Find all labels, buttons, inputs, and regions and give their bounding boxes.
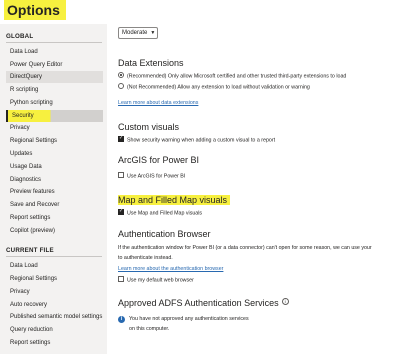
sidebar-item-privacy[interactable]: Privacy (6, 122, 103, 134)
sidebar-item-r-scripting[interactable]: R scripting (6, 84, 103, 96)
data-extensions-not-recommended-option[interactable]: (Not Recommended) Allow any extension to… (118, 83, 310, 91)
sidebar-item-query-reduction[interactable]: Query reduction (6, 324, 103, 336)
radio-unselected[interactable] (118, 83, 124, 89)
checkbox-label: Use ArcGIS for Power BI (127, 173, 186, 180)
authentication-browser-heading: Authentication Browser (118, 229, 211, 239)
sidebar-item-save-and-recover[interactable]: Save and Recover (6, 199, 103, 211)
security-settings-panel: Moderate ▼ Data Extensions (Recommended)… (112, 24, 400, 354)
default-web-browser-checkbox[interactable]: Use my default web browser (118, 276, 194, 284)
checkbox-checked[interactable] (118, 208, 124, 215)
security-level-dropdown[interactable]: Moderate ▼ (118, 27, 159, 39)
divider (6, 42, 102, 43)
checkbox-checked[interactable] (118, 135, 124, 142)
sidebar-item-data-load[interactable]: Data Load (6, 46, 103, 58)
sidebar-item-usage-data[interactable]: Usage Data (6, 161, 103, 173)
radio-selected[interactable] (118, 72, 124, 78)
option-label: (Not Recommended) Allow any extension to… (127, 84, 310, 91)
data-extensions-heading: Data Extensions (118, 58, 184, 68)
sidebar-item-diagnostics[interactable]: Diagnostics (6, 174, 103, 186)
adfs-heading-text: Approved ADFS Authentication Services (118, 298, 279, 308)
sidebar-item-current-regional-settings[interactable]: Regional Settings (6, 273, 103, 285)
learn-more-data-extensions-link[interactable]: Learn more about data extensions (118, 100, 198, 106)
info-circle-icon[interactable]: i (281, 298, 289, 306)
sidebar-item-report-settings[interactable]: Report settings (6, 212, 103, 224)
sidebar-item-current-privacy[interactable]: Privacy (6, 286, 103, 298)
sidebar-item-auto-recovery[interactable]: Auto recovery (6, 299, 103, 311)
title-bar: Options (0, 0, 400, 22)
window-title: Options (4, 0, 66, 20)
custom-visuals-warning-checkbox[interactable]: Show security warning when adding a cust… (118, 135, 276, 144)
checkbox-label: Use Map and Filled Map visuals (127, 210, 203, 217)
map-visuals-checkbox[interactable]: Use Map and Filled Map visuals (118, 208, 203, 217)
sidebar-item-python-scripting[interactable]: Python scripting (6, 97, 103, 109)
options-sidebar: GLOBAL Data Load Power Query Editor Dire… (0, 24, 107, 354)
sidebar-item-published-semantic-model-settings[interactable]: Published semantic model settings (6, 311, 103, 323)
sidebar-item-updates[interactable]: Updates (6, 148, 103, 160)
option-label: (Recommended) Only allow Microsoft certi… (127, 73, 347, 80)
sidebar-item-power-query-editor[interactable]: Power Query Editor (6, 59, 103, 71)
arcgis-heading: ArcGIS for Power BI (118, 155, 200, 165)
dropdown-value: Moderate (122, 30, 148, 36)
sidebar-item-regional-settings[interactable]: Regional Settings (6, 135, 103, 147)
current-file-section-heading: CURRENT FILE (6, 247, 54, 254)
sidebar-item-preview-features[interactable]: Preview features (6, 186, 103, 198)
checkbox-unchecked[interactable] (118, 276, 124, 282)
global-section-heading: GLOBAL (6, 33, 34, 40)
adfs-info-line-1: You have not approved any authentication… (129, 316, 249, 322)
custom-visuals-heading: Custom visuals (118, 122, 180, 132)
sidebar-item-directquery[interactable]: DirectQuery (6, 71, 103, 83)
adfs-heading: Approved ADFS Authentication Services i (118, 298, 289, 308)
data-extensions-recommended-option[interactable]: (Recommended) Only allow Microsoft certi… (118, 72, 347, 80)
authentication-browser-description-line-2: to authenticate instead. (118, 255, 173, 261)
sidebar-item-copilot-preview[interactable]: Copilot (preview) (6, 225, 103, 237)
checkbox-label: Use my default web browser (127, 277, 194, 284)
info-icon: i (118, 316, 125, 323)
map-visuals-heading: Map and Filled Map visuals (118, 195, 231, 205)
sidebar-item-security[interactable]: Security (6, 110, 103, 122)
learn-more-authentication-browser-link[interactable]: Learn more about the authentication brow… (118, 266, 223, 272)
arcgis-checkbox[interactable]: Use ArcGIS for Power BI (118, 172, 186, 180)
divider (6, 256, 102, 257)
checkbox-label: Show security warning when adding a cust… (127, 137, 276, 144)
sidebar-item-current-data-load[interactable]: Data Load (6, 260, 103, 272)
sidebar-item-current-report-settings[interactable]: Report settings (6, 337, 103, 349)
chevron-down-icon: ▼ (150, 30, 156, 36)
checkbox-unchecked[interactable] (118, 172, 124, 178)
adfs-info-line-2: on this computer. (129, 326, 170, 332)
authentication-browser-description-line-1: If the authentication window for Power B… (118, 245, 372, 251)
